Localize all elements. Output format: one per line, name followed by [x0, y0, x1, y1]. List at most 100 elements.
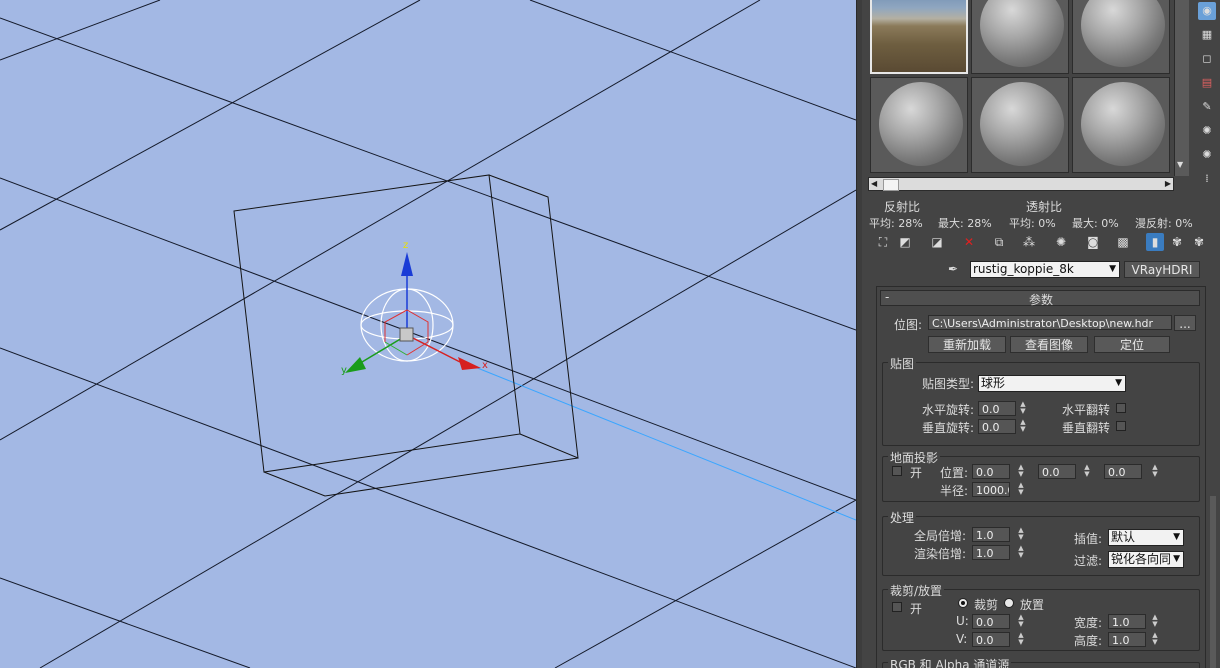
- place-radio[interactable]: [1004, 598, 1014, 608]
- render-mult-field[interactable]: 1.0: [972, 545, 1010, 560]
- grid-line: [554, 499, 856, 668]
- v-rotate-field[interactable]: 0.0: [978, 419, 1016, 434]
- width-spinner[interactable]: ▲ ▼: [1150, 614, 1160, 629]
- ground-radius-spinner[interactable]: ▲ ▼: [1016, 482, 1026, 497]
- get-material-icon[interactable]: ⛶: [874, 233, 892, 251]
- global-mult-spinner[interactable]: ▲ ▼: [1016, 527, 1026, 542]
- backlight-icon[interactable]: ◻: [1198, 50, 1216, 68]
- make-preview-icon[interactable]: ✎: [1198, 98, 1216, 116]
- scroll-left-icon[interactable]: ◀: [871, 178, 877, 190]
- v-rotate-spinner[interactable]: ▲ ▼: [1018, 419, 1028, 434]
- transmit-max: 最大: 0%: [1072, 217, 1119, 230]
- checker-background-icon[interactable]: ▦: [1198, 26, 1216, 44]
- height-field[interactable]: 1.0: [1108, 632, 1146, 647]
- reload-button[interactable]: 重新加载: [928, 336, 1006, 353]
- ground-on-checkbox[interactable]: [892, 466, 902, 476]
- path-label: 位图:: [894, 318, 923, 332]
- material-slot[interactable]: [971, 77, 1069, 173]
- u-field[interactable]: 0.0: [972, 614, 1010, 629]
- material-sphere: [980, 0, 1064, 67]
- interp-select[interactable]: 默认 ▼: [1108, 529, 1184, 546]
- map-type-label: 贴图类型:: [922, 377, 975, 391]
- show-shaded-icon[interactable]: ▩: [1114, 233, 1132, 251]
- locate-button[interactable]: 定位: [1094, 336, 1170, 353]
- ground-pos-x-spinner[interactable]: ▲ ▼: [1016, 464, 1026, 479]
- y-axis-label: y: [341, 365, 347, 376]
- browse-button[interactable]: ...: [1174, 315, 1196, 331]
- height-spinner[interactable]: ▲ ▼: [1150, 632, 1160, 647]
- select-by-material-icon[interactable]: ✺: [1198, 146, 1216, 164]
- ground-pos-y-field[interactable]: 0.0: [1038, 464, 1076, 479]
- filter-value: 锐化各向同: [1111, 552, 1172, 566]
- v-spinner[interactable]: ▲ ▼: [1016, 632, 1026, 647]
- h-rotate-field[interactable]: 0.0: [978, 401, 1016, 416]
- slots-horizontal-scrollbar[interactable]: ◀ ▶: [868, 177, 1174, 191]
- reset-map-icon[interactable]: ✕: [960, 233, 978, 251]
- scroll-thumb[interactable]: [883, 179, 899, 191]
- v-label: V:: [956, 632, 968, 646]
- y-axis-arrow[interactable]: [345, 357, 366, 373]
- v-field[interactable]: 0.0: [972, 632, 1010, 647]
- u-spinner[interactable]: ▲ ▼: [1016, 614, 1026, 629]
- x-axis-arrow[interactable]: [458, 357, 481, 370]
- perspective-viewport[interactable]: z x y: [0, 0, 856, 668]
- gizmo-center[interactable]: [399, 327, 414, 342]
- v-flip-checkbox[interactable]: [1116, 421, 1126, 431]
- options-icon[interactable]: ✺: [1198, 122, 1216, 140]
- ground-pos-y-spinner[interactable]: ▲ ▼: [1082, 464, 1092, 479]
- grid-line: [0, 0, 161, 61]
- material-id-channel-icon[interactable]: ◙: [1084, 233, 1102, 251]
- material-slot[interactable]: [870, 77, 968, 173]
- put-to-scene-icon[interactable]: ◩: [896, 233, 914, 251]
- material-slot[interactable]: [1072, 77, 1170, 173]
- z-axis-arrow[interactable]: [401, 252, 413, 276]
- box-side-face: [488, 174, 579, 459]
- transform-axes[interactable]: [345, 252, 481, 373]
- width-field[interactable]: 1.0: [1108, 614, 1146, 629]
- material-name-combo[interactable]: rustig_koppie_8k ▼: [970, 261, 1120, 278]
- eyedropper-icon[interactable]: ✒: [944, 260, 962, 278]
- material-slot[interactable]: [971, 0, 1069, 74]
- transmit-title: 透射比: [1026, 200, 1063, 214]
- material-type-button[interactable]: VRayHDRI: [1124, 261, 1200, 278]
- assign-to-selection-icon[interactable]: ◪: [928, 233, 946, 251]
- scroll-down-icon[interactable]: ▼: [1177, 160, 1183, 169]
- bitmap-path-field[interactable]: C:\Users\Administrator\Desktop\new.hdr: [928, 315, 1172, 330]
- h-rotate-spinner[interactable]: ▲ ▼: [1018, 401, 1028, 416]
- material-map-navigator-icon[interactable]: ⁞: [1198, 170, 1216, 188]
- ground-pos-z-field[interactable]: 0.0: [1104, 464, 1142, 479]
- go-to-parent-icon[interactable]: ✾: [1168, 233, 1186, 251]
- ground-radius-field[interactable]: 1000.0: [972, 482, 1010, 497]
- view-image-button[interactable]: 查看图像: [1010, 336, 1088, 353]
- scroll-right-icon[interactable]: ▶: [1165, 178, 1171, 190]
- crop-radio[interactable]: [958, 598, 968, 608]
- rollout-header[interactable]: - 参数: [880, 290, 1200, 307]
- rollout-scrollbar[interactable]: [1210, 496, 1216, 668]
- chevron-down-icon: ▼: [1173, 552, 1180, 567]
- crop-on-checkbox[interactable]: [892, 602, 902, 612]
- show-end-result-icon[interactable]: ▮: [1146, 233, 1164, 251]
- material-slot-hdri[interactable]: [870, 0, 968, 74]
- grid-line: [39, 189, 856, 668]
- material-slot[interactable]: [1072, 0, 1170, 74]
- rollout-collapse[interactable]: -: [885, 290, 889, 304]
- make-unique-icon[interactable]: ⁂: [1020, 233, 1038, 251]
- ground-pos-x-field[interactable]: 0.0: [972, 464, 1010, 479]
- render-mult-spinner[interactable]: ▲ ▼: [1016, 545, 1026, 560]
- ground-pos-z-spinner[interactable]: ▲ ▼: [1150, 464, 1160, 479]
- global-mult-field[interactable]: 1.0: [972, 527, 1010, 542]
- slots-vertical-scrollbar[interactable]: ▼: [1174, 0, 1189, 176]
- grid-line: [529, 0, 856, 121]
- color-check-icon[interactable]: ▤: [1198, 74, 1216, 92]
- put-to-library-icon[interactable]: ✺: [1052, 233, 1070, 251]
- rgb-alpha-group-title: RGB 和 Alpha 通道源: [888, 656, 1012, 668]
- copy-material-icon[interactable]: ⧉: [990, 233, 1008, 251]
- pick-material-icon[interactable]: ◉: [1198, 2, 1216, 20]
- material-sphere: [980, 82, 1064, 166]
- go-forward-sibling-icon[interactable]: ✾: [1190, 233, 1208, 251]
- gizmo-plane-edge: [384, 341, 408, 356]
- h-flip-checkbox[interactable]: [1116, 403, 1126, 413]
- reflect-title: 反射比: [884, 200, 921, 214]
- filter-select[interactable]: 锐化各向同 ▼: [1108, 551, 1184, 568]
- map-type-select[interactable]: 球形 ▼: [978, 375, 1126, 392]
